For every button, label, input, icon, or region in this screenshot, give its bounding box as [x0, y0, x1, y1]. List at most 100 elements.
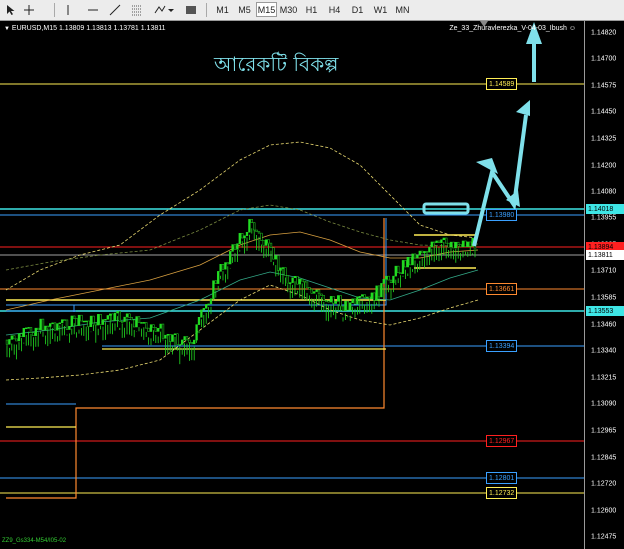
candle-body	[387, 275, 390, 281]
candle-body	[363, 294, 366, 298]
candle-body	[423, 251, 426, 254]
candle-body	[200, 309, 203, 318]
ea-name: Ze_33_Zhuravlerezka_V-04-03_Ibush	[449, 25, 567, 32]
candle-body	[375, 285, 378, 301]
candle-body	[197, 317, 201, 325]
upper-envelope	[5, 141, 479, 291]
indicator-tag: ZZ9_Gs334-M54/I05-02	[2, 538, 67, 544]
cursor-icon[interactable]	[4, 2, 18, 17]
candle-body	[212, 280, 215, 299]
axis-tick-label: 1.12845	[591, 454, 617, 462]
candle-body	[425, 251, 429, 253]
candle-body	[301, 278, 304, 282]
candle-body	[111, 313, 114, 321]
candle-body	[469, 241, 472, 247]
candle-body	[313, 291, 316, 294]
candle-body	[464, 240, 467, 247]
timeframe-m1[interactable]: M1	[212, 2, 233, 17]
color-swatch-icon[interactable]	[184, 2, 198, 17]
candle-body	[161, 323, 165, 339]
timeframe-h4[interactable]: H4	[324, 2, 345, 17]
candle-body	[65, 319, 69, 330]
trendline-icon[interactable]	[108, 2, 122, 17]
crosshair-icon[interactable]	[22, 2, 36, 17]
candle-body	[289, 282, 292, 284]
overlay-title: আরেকটি বিকল্প	[214, 52, 339, 76]
candle-body	[373, 292, 376, 301]
level-price-label: 1.12967	[486, 435, 518, 447]
timeframe-w1[interactable]: W1	[370, 2, 391, 17]
fibonacci-icon[interactable]	[130, 2, 144, 17]
candle-body	[226, 262, 229, 265]
candle-body	[269, 242, 273, 248]
candle-body	[361, 294, 364, 297]
candle-body	[459, 244, 462, 248]
candle-body	[399, 272, 402, 275]
candle-body	[97, 314, 100, 326]
candle-body	[339, 295, 342, 307]
candle-body	[365, 296, 369, 299]
candle-body	[332, 296, 335, 304]
candle-body	[145, 322, 148, 329]
axis-tick-label: 1.13215	[591, 374, 617, 382]
candle-body	[207, 303, 210, 306]
candle-body	[118, 311, 121, 322]
candle-body	[147, 327, 150, 332]
candle-body	[418, 250, 421, 256]
candle-body	[380, 283, 383, 298]
candle-body	[377, 285, 381, 298]
candle-body	[334, 301, 337, 304]
projection-arrowhead-right	[516, 100, 530, 116]
candle-body	[279, 267, 282, 271]
candle-body	[329, 296, 333, 303]
candle-body	[401, 260, 405, 274]
candle-body	[236, 243, 239, 250]
candle-body	[341, 305, 345, 311]
horizontal-line-icon[interactable]	[86, 2, 100, 17]
price-axis[interactable]: 1.14820 1.14700 1.14575 1.14450 1.14325 1.142…	[584, 21, 624, 549]
axis-tick-label: 1.14200	[591, 162, 617, 170]
candle-body	[51, 322, 54, 325]
candle-body	[77, 314, 81, 326]
candle-body	[104, 319, 107, 321]
candle-body	[135, 316, 138, 328]
timeframe-m5[interactable]: M5	[234, 2, 255, 17]
candle-body	[241, 233, 244, 239]
axis-tick-label: 1.13585	[591, 294, 617, 302]
candle-body	[310, 288, 313, 294]
dropdown-triangle-icon: ▼	[4, 26, 10, 32]
timeframe-mn[interactable]: MN	[392, 2, 413, 17]
timeframe-d1[interactable]: D1	[347, 2, 368, 17]
timeframe-h1[interactable]: H1	[301, 2, 322, 17]
timeframe-m15[interactable]: M15	[256, 2, 277, 17]
axis-price-tag: 1.14018	[586, 204, 624, 214]
candle-body	[274, 255, 277, 260]
candle-body	[101, 319, 105, 325]
candle-body	[183, 336, 186, 341]
candle-body	[303, 280, 306, 283]
candle-body	[445, 237, 448, 244]
candle-body	[49, 323, 52, 327]
candle-body	[68, 326, 71, 330]
timeframe-m30[interactable]: M30	[278, 2, 299, 17]
candle-body	[214, 280, 217, 284]
candle-body	[188, 339, 191, 343]
objects-dropdown-icon[interactable]	[152, 2, 176, 17]
candle-body	[253, 222, 256, 231]
vertical-line-icon[interactable]	[62, 2, 74, 17]
candle-body	[190, 342, 193, 345]
candle-body	[41, 318, 45, 331]
candle-body	[277, 255, 280, 271]
candle-body	[178, 344, 181, 346]
projection-zigzag	[472, 114, 528, 247]
candle-body	[63, 319, 66, 321]
candle-body	[437, 240, 441, 243]
axis-price-tag: 1.13811	[586, 250, 624, 260]
candle-body	[121, 321, 124, 323]
candle-body	[404, 260, 407, 268]
projection-arrowhead-mid	[476, 158, 498, 174]
candle-body	[166, 334, 169, 336]
candle-body	[176, 333, 179, 345]
candle-body	[293, 276, 297, 278]
candle-body	[322, 295, 325, 301]
